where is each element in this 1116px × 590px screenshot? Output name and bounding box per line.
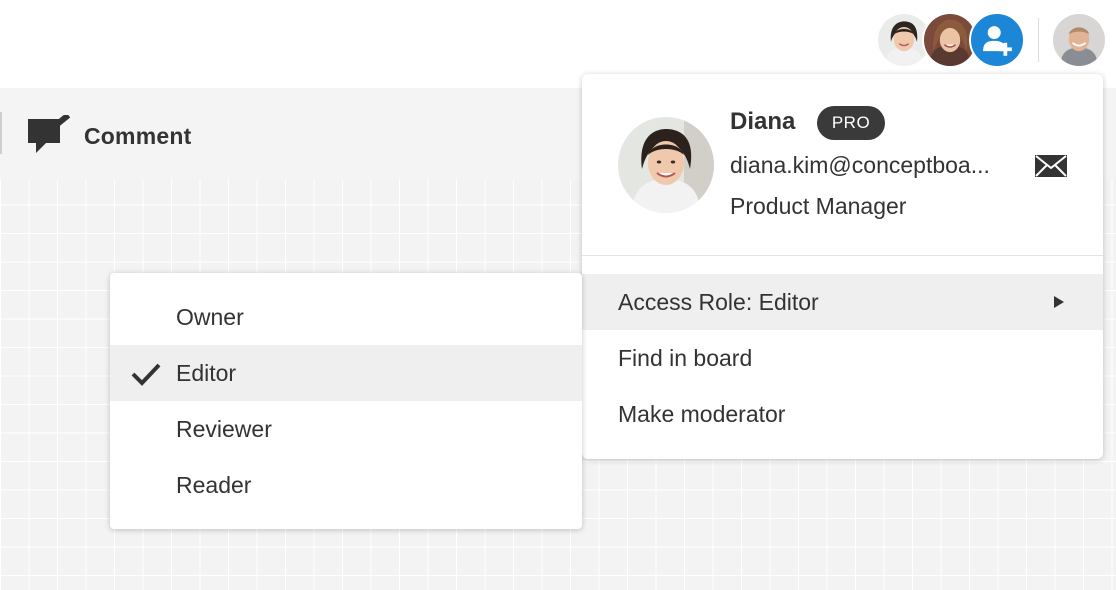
user-email: diana.kim@conceptboa...: [730, 152, 990, 178]
comment-check-icon: [28, 115, 70, 153]
menu-item-label: Access Role: Editor: [618, 288, 819, 315]
user-job-title: Product Manager: [730, 193, 907, 219]
menu-item-make-moderator[interactable]: Make moderator: [582, 386, 1103, 442]
role-option-reader[interactable]: Reader: [110, 457, 582, 513]
add-user-icon: [983, 26, 1012, 56]
menu-item-access-role[interactable]: Access Role: Editor: [582, 274, 1103, 330]
user-profile-card: Diana PRO diana.kim@conceptboa... Produc…: [582, 74, 1103, 459]
card-divider: [582, 255, 1103, 256]
pro-badge: PRO: [817, 106, 885, 140]
header-divider: [1038, 18, 1039, 62]
checkmark-icon: [131, 363, 161, 386]
invite-user-button[interactable]: [969, 12, 1025, 68]
comment-tool-button[interactable]: Comment: [26, 114, 191, 158]
role-option-label: Editor: [176, 359, 237, 386]
menu-item-label: Find in board: [618, 344, 753, 371]
user-name: Diana: [730, 108, 796, 135]
role-option-label: Owner: [176, 303, 244, 330]
access-role-submenu: Owner Editor Reviewer Reader: [110, 273, 582, 529]
mail-icon[interactable]: [1034, 154, 1068, 178]
submenu-arrow-icon: [1054, 296, 1064, 308]
user-card-avatar: [618, 117, 714, 213]
role-option-label: Reader: [176, 471, 252, 498]
avatar-image: [1053, 14, 1105, 66]
comment-tool-label: Comment: [84, 122, 192, 149]
role-option-owner[interactable]: Owner: [110, 289, 582, 345]
role-option-editor[interactable]: Editor: [110, 345, 582, 401]
avatar-image: [618, 117, 714, 213]
user-card-menu: Access Role: Editor Find in board Make m…: [582, 274, 1103, 442]
current-user-avatar[interactable]: [1051, 12, 1107, 68]
role-option-reviewer[interactable]: Reviewer: [110, 401, 582, 457]
toolbar-divider: [0, 112, 2, 154]
menu-item-find-in-board[interactable]: Find in board: [582, 330, 1103, 386]
menu-item-label: Make moderator: [618, 400, 786, 427]
role-option-label: Reviewer: [176, 415, 272, 442]
